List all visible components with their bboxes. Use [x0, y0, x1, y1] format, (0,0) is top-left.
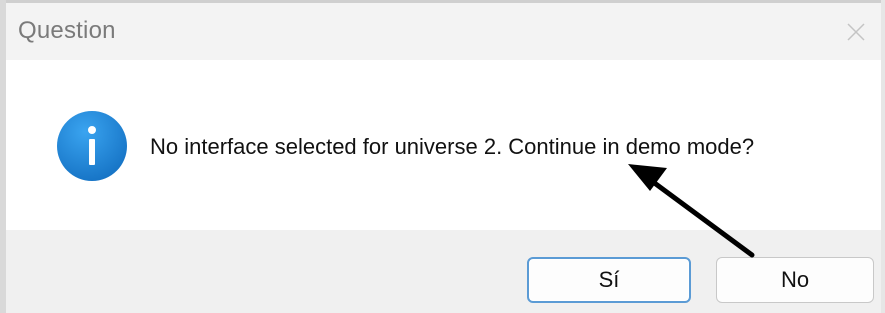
- close-icon: [847, 23, 865, 41]
- no-button[interactable]: No: [716, 257, 874, 303]
- question-dialog: Question No interface selected for unive…: [0, 0, 885, 313]
- dialog-message: No interface selected for universe 2. Co…: [150, 134, 755, 159]
- yes-button-label: Sí: [598, 267, 620, 292]
- info-icon: [57, 111, 127, 181]
- no-button-label: No: [780, 267, 810, 292]
- title-bar: Question: [6, 0, 881, 60]
- dialog-title: Question: [18, 17, 116, 44]
- yes-button[interactable]: Sí: [527, 257, 691, 303]
- close-button[interactable]: [843, 19, 869, 45]
- dialog-content: No interface selected for universe 2. Co…: [6, 60, 881, 230]
- button-bar: Sí No: [6, 230, 881, 313]
